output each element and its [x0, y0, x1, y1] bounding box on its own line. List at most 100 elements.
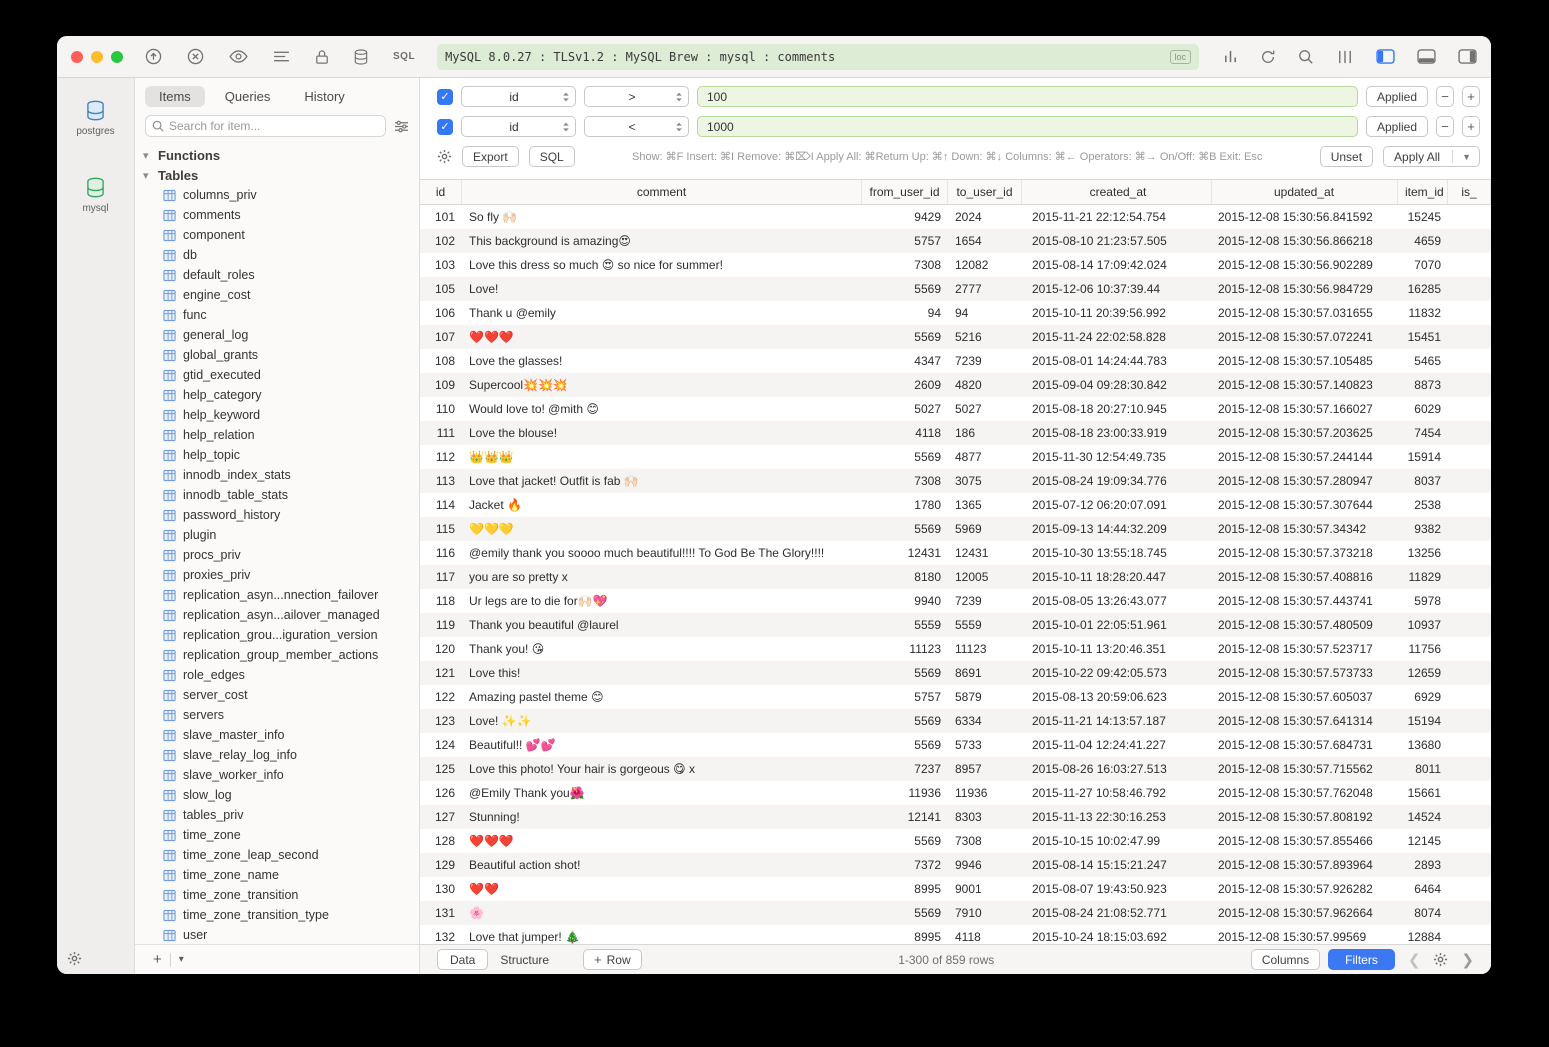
cell-comment[interactable]: Love the blouse!: [462, 421, 862, 445]
column-header-item_id[interactable]: item_id: [1398, 180, 1448, 204]
cell-is_[interactable]: [1448, 277, 1491, 301]
cell-from_user_id[interactable]: 11936: [862, 781, 948, 805]
columns-button[interactable]: Columns: [1251, 949, 1320, 970]
cell-updated_at[interactable]: 2015-12-08 15:30:56.984729: [1212, 277, 1398, 301]
cell-to_user_id[interactable]: 11936: [948, 781, 1022, 805]
cell-comment[interactable]: Beautiful!! 💕💕: [462, 733, 862, 757]
cell-created_at[interactable]: 2015-08-13 20:59:06.623: [1022, 685, 1212, 709]
add-row-button[interactable]: + Row: [583, 949, 642, 970]
cell-comment[interactable]: This background is amazing😍: [462, 229, 862, 253]
cell-from_user_id[interactable]: 11123: [862, 637, 948, 661]
cell-updated_at[interactable]: 2015-12-08 15:30:57.140823: [1212, 373, 1398, 397]
cell-from_user_id[interactable]: 5757: [862, 229, 948, 253]
sidebar-table-item[interactable]: slave_relay_log_info: [135, 745, 419, 765]
cell-created_at[interactable]: 2015-12-06 10:37:39.44: [1022, 277, 1212, 301]
connection-postgres[interactable]: postgres: [64, 92, 128, 143]
cell-created_at[interactable]: 2015-10-15 10:02:47.99: [1022, 829, 1212, 853]
filter-operator-select[interactable]: >: [584, 86, 689, 107]
cell-to_user_id[interactable]: 5027: [948, 397, 1022, 421]
column-header-is_[interactable]: is_: [1448, 180, 1491, 204]
table-row[interactable]: 103Love this dress so much 😍 so nice for…: [420, 253, 1491, 277]
filters-button[interactable]: Filters: [1328, 949, 1395, 970]
cell-from_user_id[interactable]: 12141: [862, 805, 948, 829]
cell-from_user_id[interactable]: 5569: [862, 277, 948, 301]
cell-created_at[interactable]: 2015-10-11 20:39:56.992: [1022, 301, 1212, 325]
column-header-updated_at[interactable]: updated_at: [1212, 180, 1398, 204]
table-row[interactable]: 118Ur legs are to die for🙌🏻💖994072392015…: [420, 589, 1491, 613]
cell-is_[interactable]: [1448, 493, 1491, 517]
cell-is_[interactable]: [1448, 685, 1491, 709]
disconnect-icon[interactable]: [187, 48, 204, 65]
cell-updated_at[interactable]: 2015-12-08 15:30:57.280947: [1212, 469, 1398, 493]
cell-created_at[interactable]: 2015-11-21 14:13:57.187: [1022, 709, 1212, 733]
sidebar-table-item[interactable]: role_edges: [135, 665, 419, 685]
cell-to_user_id[interactable]: 1654: [948, 229, 1022, 253]
sidebar-table-item[interactable]: comments: [135, 205, 419, 225]
filter-operator-select[interactable]: <: [584, 116, 689, 137]
cell-item_id[interactable]: 15194: [1398, 709, 1448, 733]
sidebar-table-item[interactable]: help_topic: [135, 445, 419, 465]
filter-enabled-checkbox[interactable]: ✓: [437, 119, 453, 135]
cell-updated_at[interactable]: 2015-12-08 15:30:57.855466: [1212, 829, 1398, 853]
cell-to_user_id[interactable]: 4877: [948, 445, 1022, 469]
cell-updated_at[interactable]: 2015-12-08 15:30:57.166027: [1212, 397, 1398, 421]
cell-item_id[interactable]: 6464: [1398, 877, 1448, 901]
gear-icon[interactable]: [1433, 952, 1448, 967]
cell-updated_at[interactable]: 2015-12-08 15:30:57.715562: [1212, 757, 1398, 781]
cell-from_user_id[interactable]: 4347: [862, 349, 948, 373]
cell-updated_at[interactable]: 2015-12-08 15:30:57.808192: [1212, 805, 1398, 829]
unset-button[interactable]: Unset: [1320, 146, 1373, 167]
column-header-id[interactable]: id: [420, 180, 462, 204]
cell-is_[interactable]: [1448, 925, 1491, 944]
cell-comment[interactable]: ❤️❤️❤️: [462, 829, 862, 853]
columns-layout-icon[interactable]: [1336, 50, 1354, 64]
chevron-down-icon[interactable]: ▾: [171, 954, 192, 965]
cell-from_user_id[interactable]: 12431: [862, 541, 948, 565]
cell-created_at[interactable]: 2015-11-27 10:58:46.792: [1022, 781, 1212, 805]
cell-id[interactable]: 125: [420, 757, 462, 781]
connect-icon[interactable]: [145, 48, 162, 65]
toggle-bottom-panel-icon[interactable]: [1417, 49, 1436, 64]
cell-id[interactable]: 110: [420, 397, 462, 421]
cell-id[interactable]: 121: [420, 661, 462, 685]
cell-item_id[interactable]: 6929: [1398, 685, 1448, 709]
table-row[interactable]: 109Supercool💥💥💥260948202015-09-04 09:28:…: [420, 373, 1491, 397]
cell-is_[interactable]: [1448, 829, 1491, 853]
column-header-comment[interactable]: comment: [462, 180, 862, 204]
cell-comment[interactable]: Love! ✨✨: [462, 709, 862, 733]
refresh-icon[interactable]: [1260, 49, 1276, 65]
table-row[interactable]: 128❤️❤️❤️556973082015-10-15 10:02:47.992…: [420, 829, 1491, 853]
sidebar-table-item[interactable]: default_roles: [135, 265, 419, 285]
cell-comment[interactable]: Love this dress so much 😍 so nice for su…: [462, 253, 862, 277]
cell-comment[interactable]: Supercool💥💥💥: [462, 373, 862, 397]
cell-created_at[interactable]: 2015-10-11 18:28:20.447: [1022, 565, 1212, 589]
cell-updated_at[interactable]: 2015-12-08 15:30:57.573733: [1212, 661, 1398, 685]
cell-created_at[interactable]: 2015-08-14 17:09:42.024: [1022, 253, 1212, 277]
table-row[interactable]: 126@Emily Thank you🌺11936119362015-11-27…: [420, 781, 1491, 805]
cell-created_at[interactable]: 2015-11-04 12:24:41.227: [1022, 733, 1212, 757]
cell-updated_at[interactable]: 2015-12-08 15:30:57.926282: [1212, 877, 1398, 901]
rows-icon[interactable]: [273, 50, 290, 63]
cell-comment[interactable]: Love that jacket! Outfit is fab 🙌🏻: [462, 469, 862, 493]
sidebar-table-item[interactable]: gtid_executed: [135, 365, 419, 385]
cell-created_at[interactable]: 2015-08-24 21:08:52.771: [1022, 901, 1212, 925]
cell-from_user_id[interactable]: 9940: [862, 589, 948, 613]
cell-from_user_id[interactable]: 8995: [862, 925, 948, 944]
cell-is_[interactable]: [1448, 781, 1491, 805]
filter-enabled-checkbox[interactable]: ✓: [437, 89, 453, 105]
export-button[interactable]: Export: [462, 146, 519, 167]
cell-from_user_id[interactable]: 7372: [862, 853, 948, 877]
cell-to_user_id[interactable]: 2777: [948, 277, 1022, 301]
chevron-left-icon[interactable]: ❮: [1403, 951, 1426, 969]
cell-from_user_id[interactable]: 4118: [862, 421, 948, 445]
table-row[interactable]: 102This background is amazing😍5757165420…: [420, 229, 1491, 253]
sidebar-table-item[interactable]: component: [135, 225, 419, 245]
cell-comment[interactable]: Thank you beautiful @laurel: [462, 613, 862, 637]
cell-is_[interactable]: [1448, 709, 1491, 733]
cell-is_[interactable]: [1448, 517, 1491, 541]
sidebar-table-item[interactable]: tables_priv: [135, 805, 419, 825]
cell-to_user_id[interactable]: 5733: [948, 733, 1022, 757]
cell-to_user_id[interactable]: 186: [948, 421, 1022, 445]
cell-item_id[interactable]: 15661: [1398, 781, 1448, 805]
cell-comment[interactable]: Jacket 🔥: [462, 493, 862, 517]
